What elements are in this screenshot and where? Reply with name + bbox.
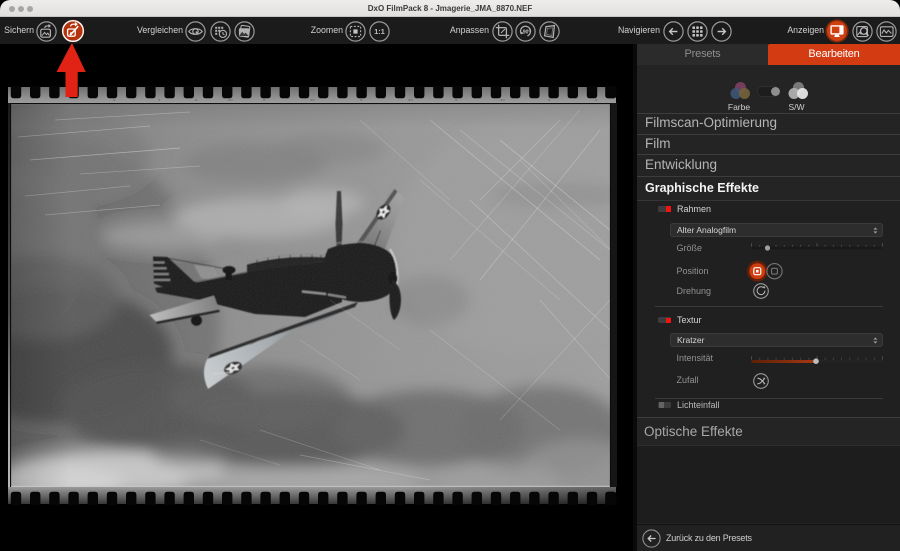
svg-text:40: 40 xyxy=(310,99,315,103)
svg-text:40: 40 xyxy=(228,99,233,103)
svg-text:1:1: 1:1 xyxy=(374,27,384,36)
svg-text:40: 40 xyxy=(408,99,413,103)
svg-text:40: 40 xyxy=(500,99,505,103)
svg-text:90°: 90° xyxy=(523,29,531,35)
